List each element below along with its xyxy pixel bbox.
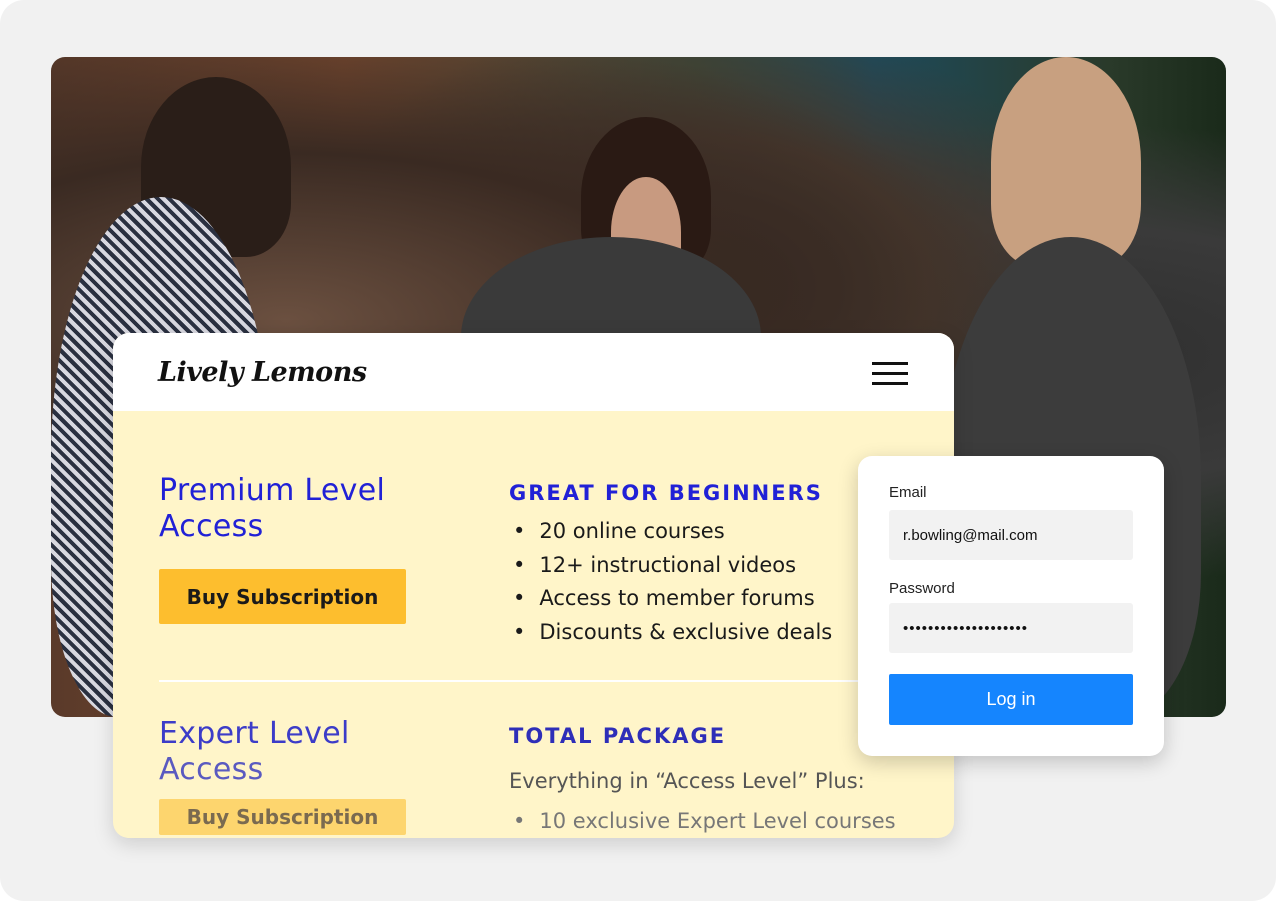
list-item: 20 online courses (513, 519, 832, 553)
site-header: Lively Lemons (113, 333, 954, 411)
plan-subtitle: GREAT FOR BEGINNERS (509, 481, 823, 505)
divider (159, 680, 954, 682)
plan-title: Premium Level Access (159, 473, 386, 544)
plan-subtitle: TOTAL PACKAGE (509, 724, 727, 748)
email-field[interactable] (889, 510, 1133, 560)
buy-subscription-button[interactable]: Buy Subscription (159, 799, 406, 835)
feature-list: 20 online courses 12+ instructional vide… (513, 519, 832, 653)
login-panel: Email Password Log in (858, 456, 1164, 756)
password-field[interactable] (889, 603, 1133, 653)
list-item: Access to member forums (513, 586, 832, 620)
list-item: Discounts & exclusive deals (513, 620, 832, 654)
password-label: Password (889, 580, 955, 597)
logo[interactable]: Lively Lemons (158, 357, 367, 388)
hamburger-menu-icon[interactable] (872, 362, 908, 386)
plan-intro: Everything in “Access Level” Plus: (509, 769, 865, 793)
email-label: Email (889, 484, 927, 501)
feature-list: 10 exclusive Expert Level courses (513, 809, 895, 838)
pricing-card: Lively Lemons Premium Level Access Buy Su… (113, 333, 954, 838)
buy-subscription-button[interactable]: Buy Subscription (159, 569, 406, 624)
list-item: 12+ instructional videos (513, 553, 832, 587)
login-button[interactable]: Log in (889, 674, 1133, 725)
plan-title: Expert Level Access (159, 716, 350, 787)
list-item: 10 exclusive Expert Level courses (513, 809, 895, 838)
